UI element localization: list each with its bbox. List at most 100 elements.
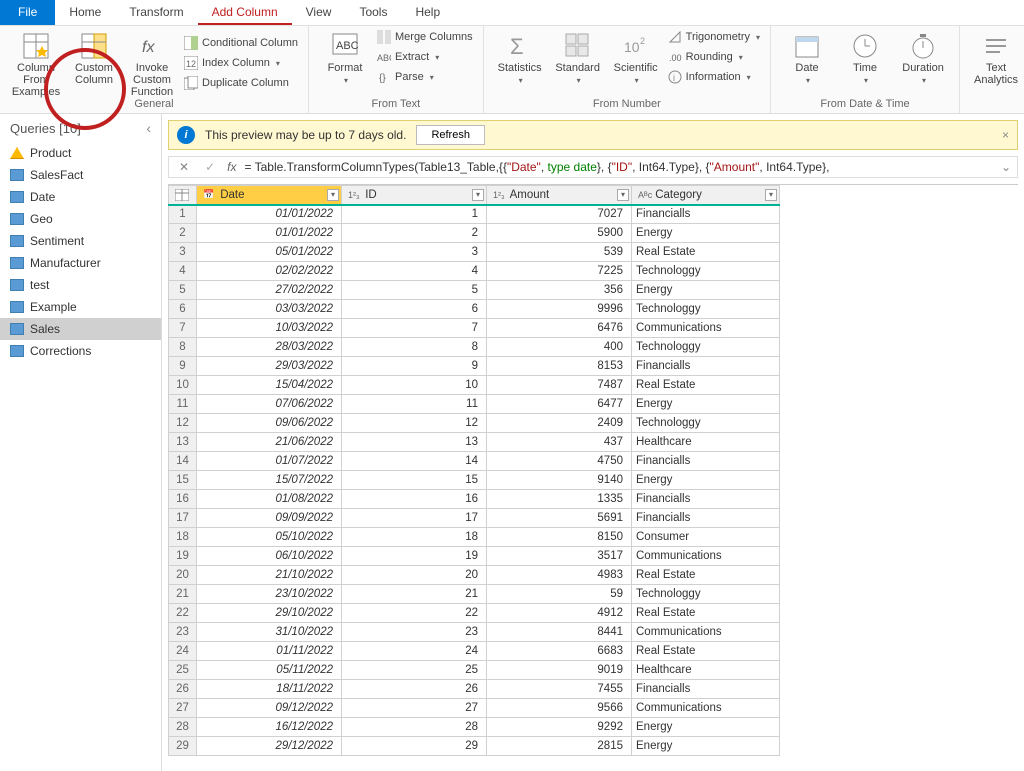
table-row[interactable]: 1321/06/202213437Healthcare	[169, 433, 780, 452]
table-row[interactable]: 2229/10/2022224912Real Estate	[169, 604, 780, 623]
cell-date[interactable]: 27/02/2022	[197, 281, 342, 300]
row-header[interactable]: 11	[169, 395, 197, 414]
cell-date[interactable]: 05/11/2022	[197, 661, 342, 680]
cell-amount[interactable]: 4983	[487, 566, 632, 585]
cell-category[interactable]: Real Estate	[632, 604, 780, 623]
table-row[interactable]: 1209/06/2022122409Technologgy	[169, 414, 780, 433]
cell-id[interactable]: 17	[342, 509, 487, 528]
index-column-button[interactable]: 12Index Column▾	[182, 54, 300, 72]
custom-column-button[interactable]: Custom Column	[66, 28, 122, 98]
cell-amount[interactable]: 9140	[487, 471, 632, 490]
table-row[interactable]: 101/01/202217027Financialls	[169, 205, 780, 224]
expand-formula-icon[interactable]: ⌄	[1001, 160, 1011, 174]
tab-transform[interactable]: Transform	[115, 0, 197, 25]
tab-tools[interactable]: Tools	[345, 0, 401, 25]
row-header[interactable]: 13	[169, 433, 197, 452]
cell-category[interactable]: Real Estate	[632, 243, 780, 262]
cell-id[interactable]: 21	[342, 585, 487, 604]
cell-date[interactable]: 10/03/2022	[197, 319, 342, 338]
cell-amount[interactable]: 5691	[487, 509, 632, 528]
cell-date[interactable]: 15/04/2022	[197, 376, 342, 395]
cell-date[interactable]: 01/01/2022	[197, 224, 342, 243]
filter-dropdown-icon[interactable]: ▾	[617, 189, 629, 201]
cell-date[interactable]: 23/10/2022	[197, 585, 342, 604]
query-item[interactable]: Example	[0, 296, 161, 318]
row-header[interactable]: 14	[169, 452, 197, 471]
merge-columns-button[interactable]: Merge Columns	[375, 28, 475, 46]
cell-amount[interactable]: 4750	[487, 452, 632, 471]
filter-dropdown-icon[interactable]: ▾	[472, 189, 484, 201]
row-header[interactable]: 8	[169, 338, 197, 357]
standard-button[interactable]: Standard▾	[550, 28, 606, 86]
cell-amount[interactable]: 400	[487, 338, 632, 357]
rounding-button[interactable]: .00Rounding▾	[666, 48, 762, 66]
cell-id[interactable]: 13	[342, 433, 487, 452]
table-row[interactable]: 1805/10/2022188150Consumer	[169, 528, 780, 547]
table-row[interactable]: 1401/07/2022144750Financialls	[169, 452, 780, 471]
cell-category[interactable]: Technologgy	[632, 262, 780, 281]
cell-category[interactable]: Financialls	[632, 205, 780, 224]
table-row[interactable]: 2401/11/2022246683Real Estate	[169, 642, 780, 661]
query-item[interactable]: Geo	[0, 208, 161, 230]
cell-category[interactable]: Financialls	[632, 490, 780, 509]
row-header[interactable]: 3	[169, 243, 197, 262]
row-header[interactable]: 24	[169, 642, 197, 661]
cell-amount[interactable]: 7027	[487, 205, 632, 224]
cell-amount[interactable]: 9019	[487, 661, 632, 680]
row-header[interactable]: 28	[169, 718, 197, 737]
cell-amount[interactable]: 6476	[487, 319, 632, 338]
cell-amount[interactable]: 6683	[487, 642, 632, 661]
cell-category[interactable]: Energy	[632, 737, 780, 756]
cell-category[interactable]: Technologgy	[632, 585, 780, 604]
cell-amount[interactable]: 59	[487, 585, 632, 604]
table-row[interactable]: 2021/10/2022204983Real Estate	[169, 566, 780, 585]
table-row[interactable]: 1906/10/2022193517Communications	[169, 547, 780, 566]
filter-dropdown-icon[interactable]: ▾	[765, 189, 777, 201]
cell-category[interactable]: Financialls	[632, 680, 780, 699]
refresh-preview-button[interactable]: Refresh	[416, 125, 485, 145]
format-button[interactable]: ABC Format▾	[317, 28, 373, 86]
cell-amount[interactable]: 8441	[487, 623, 632, 642]
cell-category[interactable]: Financialls	[632, 452, 780, 471]
cell-date[interactable]: 01/07/2022	[197, 452, 342, 471]
cell-id[interactable]: 23	[342, 623, 487, 642]
cell-category[interactable]: Healthcare	[632, 433, 780, 452]
cell-date[interactable]: 09/09/2022	[197, 509, 342, 528]
table-row[interactable]: 1515/07/2022159140Energy	[169, 471, 780, 490]
table-row[interactable]: 527/02/20225356Energy	[169, 281, 780, 300]
table-row[interactable]: 2929/12/2022292815Energy	[169, 737, 780, 756]
table-row[interactable]: 603/03/202269996Technologgy	[169, 300, 780, 319]
cell-id[interactable]: 1	[342, 205, 487, 224]
cell-date[interactable]: 06/10/2022	[197, 547, 342, 566]
cell-category[interactable]: Communications	[632, 623, 780, 642]
fx-icon[interactable]: fx	[227, 160, 236, 174]
table-row[interactable]: 828/03/20228400Technologgy	[169, 338, 780, 357]
cell-category[interactable]: Financialls	[632, 509, 780, 528]
duplicate-column-button[interactable]: Duplicate Column	[182, 74, 300, 92]
cell-category[interactable]: Technologgy	[632, 300, 780, 319]
cell-date[interactable]: 18/11/2022	[197, 680, 342, 699]
cell-id[interactable]: 10	[342, 376, 487, 395]
cell-category[interactable]: Communications	[632, 319, 780, 338]
cell-date[interactable]: 02/02/2022	[197, 262, 342, 281]
cell-id[interactable]: 5	[342, 281, 487, 300]
cell-amount[interactable]: 9566	[487, 699, 632, 718]
trigonometry-button[interactable]: Trigonometry▾	[666, 28, 762, 46]
query-item[interactable]: Corrections	[0, 340, 161, 362]
cell-amount[interactable]: 539	[487, 243, 632, 262]
cell-date[interactable]: 01/11/2022	[197, 642, 342, 661]
tab-add-column[interactable]: Add Column	[198, 0, 292, 25]
cell-id[interactable]: 26	[342, 680, 487, 699]
cell-category[interactable]: Technologgy	[632, 414, 780, 433]
cell-date[interactable]: 07/06/2022	[197, 395, 342, 414]
cell-amount[interactable]: 5900	[487, 224, 632, 243]
cell-category[interactable]: Real Estate	[632, 642, 780, 661]
cell-category[interactable]: Energy	[632, 471, 780, 490]
query-item[interactable]: SalesFact	[0, 164, 161, 186]
cell-category[interactable]: Financialls	[632, 357, 780, 376]
cell-date[interactable]: 01/08/2022	[197, 490, 342, 509]
row-header[interactable]: 17	[169, 509, 197, 528]
tab-help[interactable]: Help	[401, 0, 454, 25]
cell-date[interactable]: 29/03/2022	[197, 357, 342, 376]
cell-amount[interactable]: 1335	[487, 490, 632, 509]
